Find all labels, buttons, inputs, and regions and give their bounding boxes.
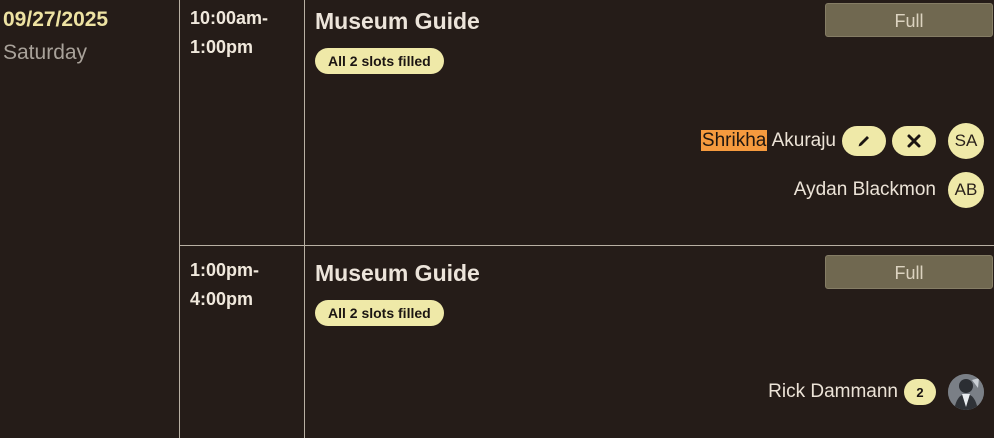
weekday-label: Saturday (3, 41, 88, 64)
close-icon (907, 134, 921, 148)
date-column: 09/27/2025 Saturday (0, 0, 180, 438)
signup-row: Aydan Blackmon AB (794, 172, 984, 208)
time-slot: 10:00am- 1:00pm Museum Guide All 2 slots… (180, 0, 994, 246)
full-button[interactable]: Full (825, 3, 993, 37)
profile-photo-icon (948, 374, 984, 410)
person-name: Rick Dammann (768, 381, 898, 402)
avatar[interactable]: SA (948, 123, 984, 159)
pencil-icon (858, 136, 869, 147)
slots-filled-badge: All 2 slots filled (315, 48, 444, 74)
slot-time-end: 1:00pm (190, 37, 254, 57)
slot-time: 1:00pm- 4:00pm (190, 256, 300, 314)
divider (304, 246, 305, 438)
full-button[interactable]: Full (825, 255, 993, 289)
slot-time-start: 10:00am- (190, 8, 269, 28)
avatar[interactable]: AB (948, 172, 984, 208)
slot-title: Museum Guide (315, 8, 480, 34)
person-name: Aydan Blackmon (793, 179, 936, 200)
avatar[interactable] (948, 374, 984, 410)
person-name: Shrikha Akuraju (700, 130, 836, 152)
signup-row: Rick Dammann 2 (768, 374, 984, 410)
time-slot: 1:00pm- 4:00pm Museum Guide All 2 slots … (180, 246, 994, 438)
date-label: 09/27/2025 (3, 8, 109, 31)
remove-button[interactable] (892, 126, 936, 156)
slot-title: Museum Guide (315, 260, 480, 286)
slot-time-end: 4:00pm (190, 289, 254, 309)
divider (304, 0, 305, 245)
signup-row: Shrikha Akuraju SA (700, 123, 984, 159)
edit-button[interactable] (842, 126, 886, 156)
search-highlight: Shrikha (700, 130, 768, 151)
slots-filled-badge: All 2 slots filled (315, 300, 444, 326)
slot-time: 10:00am- 1:00pm (190, 4, 300, 62)
slot-time-start: 1:00pm- (190, 260, 260, 280)
person-last-name: Akuraju (771, 130, 836, 151)
slot-count-badge: 2 (904, 379, 936, 405)
